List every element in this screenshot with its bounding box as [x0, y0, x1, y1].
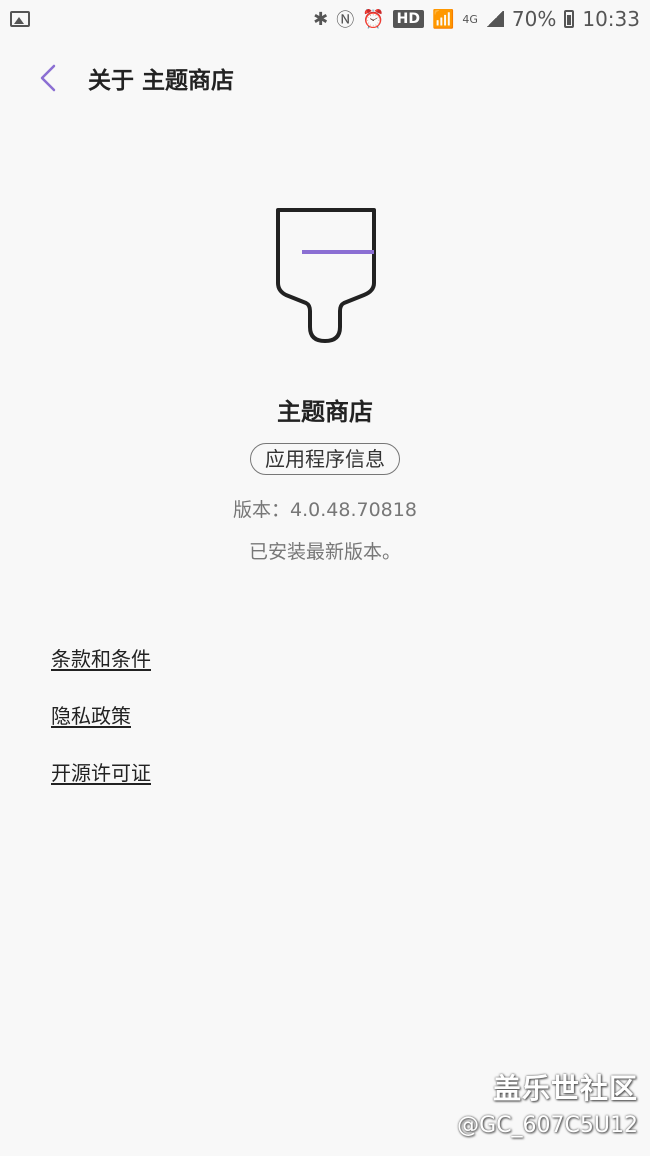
terms-link[interactable]: 条款和条件 — [51, 645, 151, 702]
app-name: 主题商店 — [277, 398, 373, 426]
clock: 10:33 — [582, 7, 640, 31]
signal-icon — [485, 11, 504, 27]
chevron-left-icon — [40, 64, 56, 92]
status-right: ✱ Ⓝ ⏰ HD 📶 4G 70% 10:33 — [313, 6, 640, 32]
hd-badge: HD — [392, 10, 424, 28]
network-label: 4G — [462, 12, 478, 26]
privacy-policy-link[interactable]: 隐私政策 — [51, 702, 151, 759]
paintbrush-icon — [276, 208, 376, 343]
battery-icon — [564, 10, 575, 28]
app-info-button[interactable]: 应用程序信息 — [250, 443, 400, 475]
watermark-title: 盖乐世社区 — [492, 1072, 638, 1105]
alarm-icon: ⏰ — [362, 8, 385, 30]
version-text: 版本：4.0.48.70818 — [233, 499, 417, 521]
app-bar: 关于 主题商店 — [0, 52, 650, 104]
status-bar: ✱ Ⓝ ⏰ HD 📶 4G 70% 10:33 — [0, 0, 650, 38]
page-title: 关于 主题商店 — [88, 68, 235, 94]
watermark-user: @GC_607C5U12 — [457, 1113, 638, 1138]
info-button-container: 应用程序信息 — [0, 443, 650, 475]
bluetooth-icon: ✱ — [313, 8, 329, 30]
battery-percent: 70% — [511, 7, 557, 31]
open-source-license-link[interactable]: 开源许可证 — [51, 759, 151, 816]
legal-links: 条款和条件 隐私政策 开源许可证 — [51, 645, 151, 816]
nfc-icon: Ⓝ — [336, 10, 355, 31]
gallery-icon — [10, 11, 30, 27]
update-status-text: 已安装最新版本。 — [248, 541, 401, 563]
back-button[interactable] — [22, 52, 74, 104]
wifi-icon: 📶 — [431, 8, 455, 30]
status-left — [10, 11, 30, 27]
watermark: 盖乐世社区 @GC_607C5U12 — [457, 1067, 638, 1138]
